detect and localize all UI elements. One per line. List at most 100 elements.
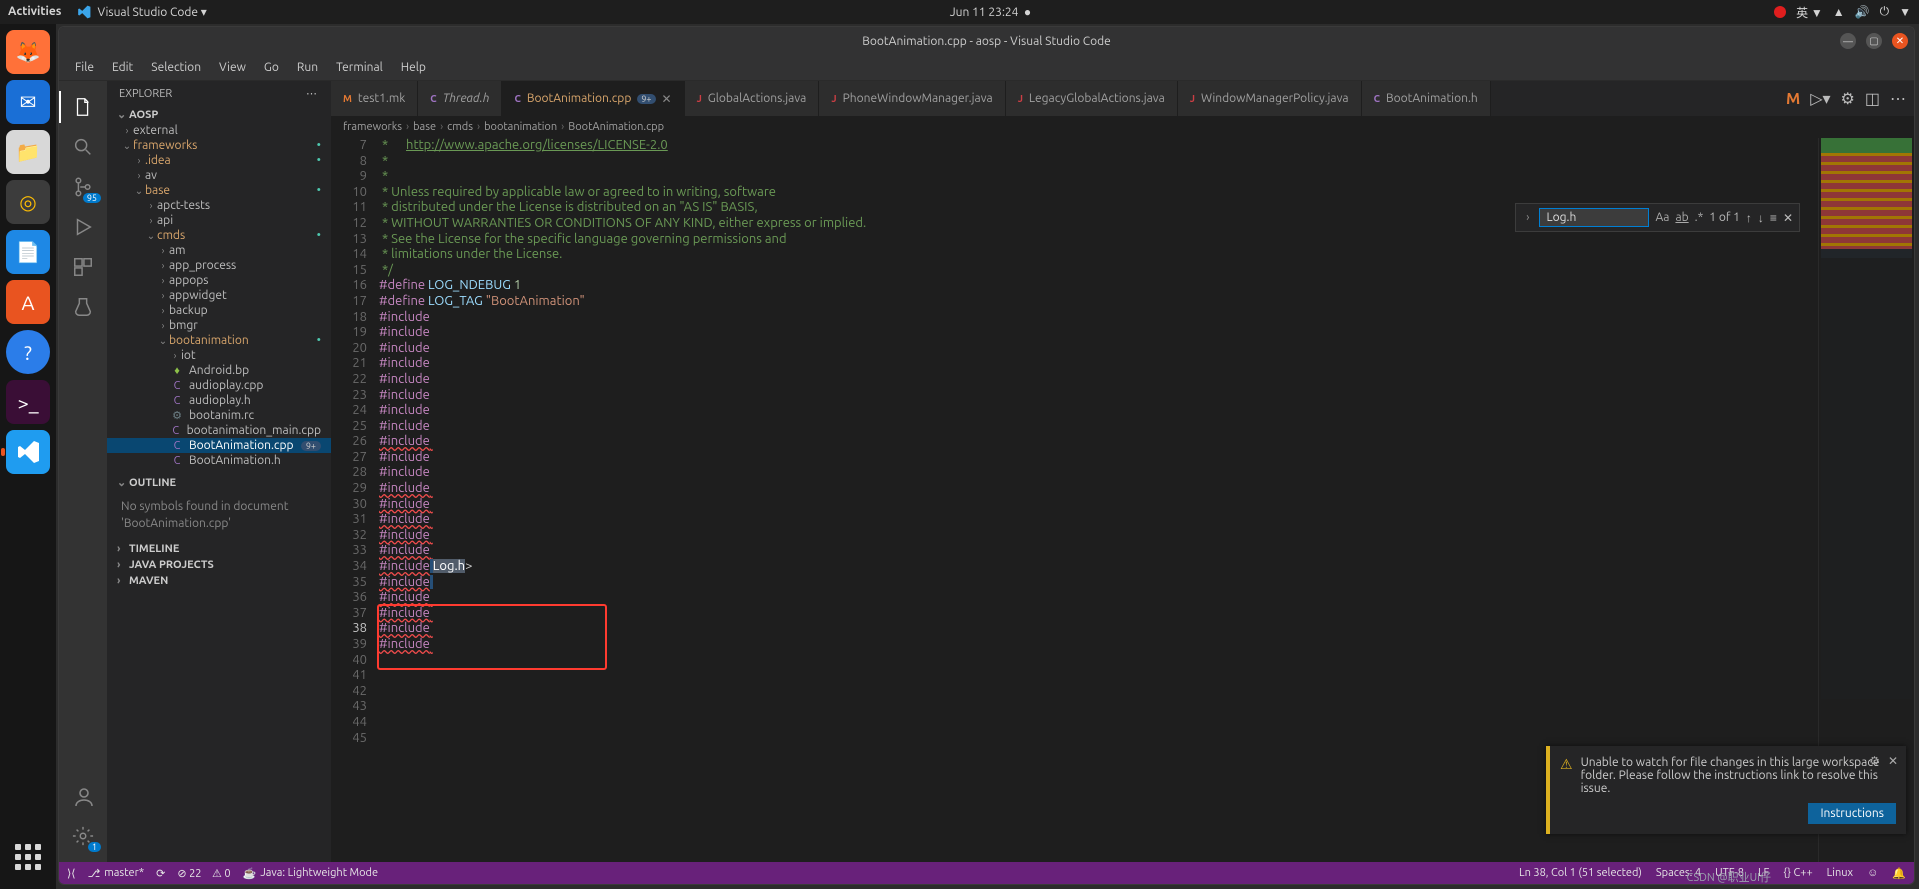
test-icon[interactable]: [59, 287, 107, 327]
folder-bmgr[interactable]: ›bmgr: [107, 318, 331, 333]
settings-gear-icon[interactable]: 1: [59, 816, 107, 856]
tab-legacyglobalactions-java[interactable]: JLegacyGlobalActions.java: [1006, 81, 1178, 116]
folder-cmds[interactable]: ⌄cmds•: [107, 228, 331, 243]
match-case-icon[interactable]: Aa: [1655, 211, 1669, 224]
menu-help[interactable]: Help: [393, 58, 434, 77]
menu-run[interactable]: Run: [289, 58, 326, 77]
tab-phonewindowmanager-java[interactable]: JPhoneWindowManager.java: [819, 81, 1005, 116]
network-icon[interactable]: ▲: [1833, 5, 1845, 19]
folder-am[interactable]: ›am: [107, 243, 331, 258]
find-selection-icon[interactable]: ≡: [1770, 211, 1777, 225]
find-close-icon[interactable]: ✕: [1783, 211, 1793, 225]
tabbar-makefile-icon[interactable]: M: [1786, 90, 1800, 108]
menu-go[interactable]: Go: [256, 58, 287, 77]
instructions-button[interactable]: Instructions: [1808, 803, 1896, 824]
minimize-button[interactable]: —: [1840, 33, 1856, 49]
file-audioplaycpp[interactable]: Caudioplay.cpp: [107, 378, 331, 393]
status-sync[interactable]: ⟳: [156, 867, 165, 880]
terminal-icon[interactable]: >_: [6, 380, 50, 424]
maximize-button[interactable]: ▢: [1866, 33, 1882, 49]
notification-close-icon[interactable]: ✕: [1888, 754, 1898, 768]
status-branch[interactable]: ⎇ master*: [88, 867, 145, 880]
menu-file[interactable]: File: [67, 58, 102, 77]
system-menu-chevron-icon[interactable]: ▼: [1899, 5, 1911, 19]
tab-windowmanagerpolicy-java[interactable]: JWindowManagerPolicy.java: [1178, 81, 1362, 116]
ime-indicator[interactable]: 英 ▼: [1796, 4, 1823, 21]
maven-title[interactable]: MAVEN: [129, 575, 168, 587]
notification-gear-icon[interactable]: ⚙: [1869, 754, 1880, 768]
status-remote-icon[interactable]: ⟩⟨: [67, 867, 76, 880]
menu-terminal[interactable]: Terminal: [328, 58, 391, 77]
timeline-title[interactable]: TIMELINE: [129, 543, 179, 555]
javaprojects-title[interactable]: JAVA PROJECTS: [129, 559, 214, 571]
tab-globalactions-java[interactable]: JGlobalActions.java: [685, 81, 820, 116]
breadcrumb-item[interactable]: cmds: [447, 121, 473, 133]
search-icon[interactable]: [59, 127, 107, 167]
breadcrumb-item[interactable]: base: [413, 121, 436, 133]
file-androidbp[interactable]: ♦Android.bp: [107, 363, 331, 378]
find-prev-icon[interactable]: ↑: [1746, 211, 1752, 225]
folder-frameworks[interactable]: ⌄frameworks•: [107, 138, 331, 153]
file-booth[interactable]: CBootAnimation.h: [107, 453, 331, 468]
tab-test1-mk[interactable]: Mtest1.mk: [331, 81, 418, 116]
notification-dot-icon[interactable]: [1774, 6, 1786, 18]
explorer-icon[interactable]: [59, 87, 107, 127]
folder-appwidget[interactable]: ›appwidget: [107, 288, 331, 303]
firefox-icon[interactable]: 🦊: [6, 30, 50, 74]
help-icon[interactable]: ?: [6, 330, 50, 374]
status-feedback-icon[interactable]: ☺: [1867, 867, 1878, 880]
file-audioplayh[interactable]: Caudioplay.h: [107, 393, 331, 408]
tabbar-gear-icon[interactable]: ⚙: [1841, 89, 1855, 108]
tabbar-more-icon[interactable]: ⋯: [1890, 89, 1906, 108]
run-play-icon[interactable]: ▷▾: [1810, 89, 1830, 108]
folder-iot[interactable]: ›iot: [107, 348, 331, 363]
status-problems[interactable]: ⊘ 22 ⚠ 0: [177, 867, 230, 880]
breadcrumb-item[interactable]: BootAnimation.cpp: [568, 121, 664, 133]
source-control-icon[interactable]: 95: [59, 167, 107, 207]
tab-bootanimation-cpp[interactable]: CBootAnimation.cpp9+✕: [502, 81, 684, 116]
volume-icon[interactable]: 🔊: [1855, 5, 1870, 19]
folder-appprocess[interactable]: ›app_process: [107, 258, 331, 273]
status-bell-icon[interactable]: 🔔: [1892, 867, 1906, 880]
tab-bootanimation-h[interactable]: CBootAnimation.h: [1362, 81, 1491, 116]
regex-icon[interactable]: .*: [1695, 211, 1704, 224]
file-bootcpp[interactable]: CBootAnimation.cpp9+: [107, 438, 331, 453]
status-cursor[interactable]: Ln 38, Col 1 (51 selected): [1519, 867, 1642, 880]
status-os[interactable]: Linux: [1827, 867, 1853, 880]
status-java[interactable]: ☕ Java: Lightweight Mode: [243, 867, 378, 880]
find-next-icon[interactable]: ↓: [1758, 211, 1764, 225]
folder-bootanimation[interactable]: ⌄bootanimation•: [107, 333, 331, 348]
sidebar-menu-icon[interactable]: ⋯: [306, 87, 319, 100]
outline-title[interactable]: OUTLINE: [129, 477, 176, 489]
show-apps-icon[interactable]: [6, 835, 50, 879]
breadcrumb-item[interactable]: frameworks: [343, 121, 402, 133]
folder-base[interactable]: ⌄base•: [107, 183, 331, 198]
status-lang[interactable]: {} C++: [1783, 867, 1812, 880]
find-expand-icon[interactable]: ›: [1522, 211, 1533, 224]
folder-av[interactable]: ›av: [107, 168, 331, 183]
breadcrumb-item[interactable]: bootanimation: [484, 121, 557, 133]
tab-thread-h[interactable]: CThread.h: [418, 81, 502, 116]
vscode-launcher-icon[interactable]: [6, 430, 50, 474]
folder-api[interactable]: ›api: [107, 213, 331, 228]
split-editor-icon[interactable]: ◫: [1865, 89, 1880, 108]
rhythmbox-icon[interactable]: ◎: [6, 180, 50, 224]
folder-backup[interactable]: ›backup: [107, 303, 331, 318]
close-button[interactable]: ✕: [1892, 33, 1908, 49]
find-input[interactable]: [1539, 208, 1649, 227]
run-debug-icon[interactable]: [59, 207, 107, 247]
software-icon[interactable]: A: [6, 280, 50, 324]
account-icon[interactable]: [59, 776, 107, 816]
menu-edit[interactable]: Edit: [104, 58, 141, 77]
folder-appops[interactable]: ›appops: [107, 273, 331, 288]
menu-view[interactable]: View: [211, 58, 254, 77]
menu-selection[interactable]: Selection: [143, 58, 209, 77]
extensions-icon[interactable]: [59, 247, 107, 287]
whole-word-icon[interactable]: ab: [1675, 211, 1688, 224]
libreoffice-icon[interactable]: 📄: [6, 230, 50, 274]
thunderbird-icon[interactable]: ✉: [6, 80, 50, 124]
clock[interactable]: Jun 11 23:24 ●: [207, 5, 1774, 19]
files-icon[interactable]: 📁: [6, 130, 50, 174]
app-indicator[interactable]: Visual Studio Code ▾: [77, 5, 206, 19]
activities-button[interactable]: Activities: [8, 5, 61, 19]
